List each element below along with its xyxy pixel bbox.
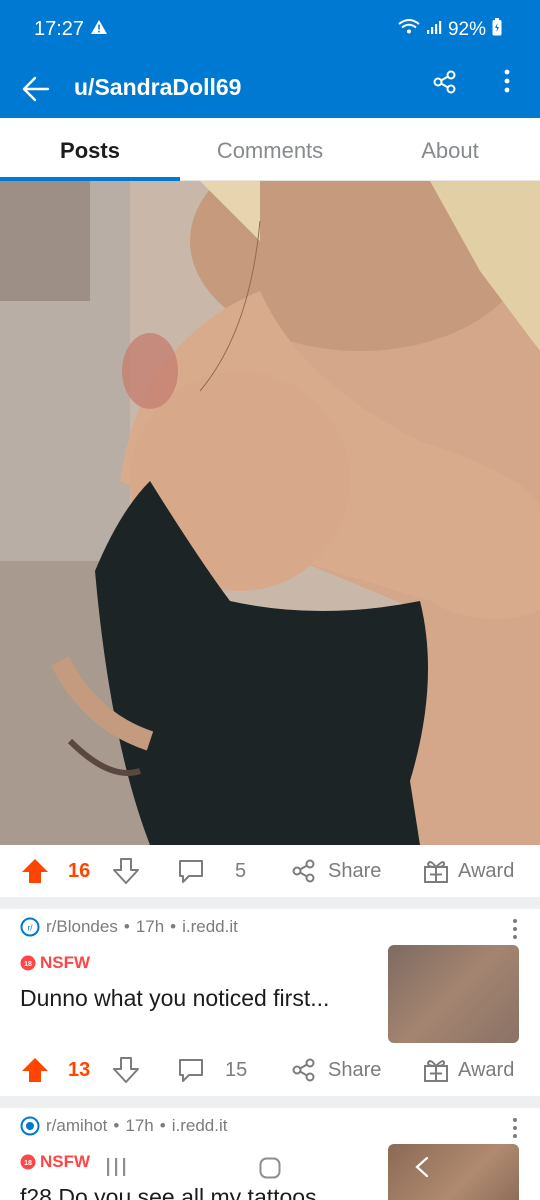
warning-icon xyxy=(90,19,108,40)
post-meta: r/ r/Blondes • 17h • i.redd.it xyxy=(20,917,238,937)
battery-icon xyxy=(492,18,502,42)
battery-level: 92% xyxy=(447,19,486,40)
nsfw-18-icon: 18 xyxy=(20,1154,36,1170)
nsfw-label: NSFW xyxy=(40,953,91,972)
post-thumbnail[interactable] xyxy=(388,1144,519,1200)
upvote-arrow-icon xyxy=(22,1058,48,1082)
post-thumbnail[interactable] xyxy=(388,945,519,1043)
post-title[interactable]: f28 Do you see all my tattoos xyxy=(20,1184,317,1200)
award-label: Award xyxy=(458,1058,515,1081)
post-card[interactable]: r/amihot • 17h • i.redd.it 18 NSFW f28 D… xyxy=(0,1108,540,1200)
back-arrow-icon[interactable] xyxy=(22,76,50,107)
share-button[interactable]: Share xyxy=(290,1044,381,1096)
post-domain: i.redd.it xyxy=(182,917,238,936)
subreddit-icon: r/ xyxy=(20,917,40,937)
svg-text:r/: r/ xyxy=(28,924,34,933)
post-options-icon[interactable] xyxy=(510,1116,520,1145)
post-image[interactable] xyxy=(0,181,540,845)
upvote-button[interactable] xyxy=(20,845,50,897)
comment-count: 5 xyxy=(235,859,247,882)
downvote-arrow-icon xyxy=(113,858,139,884)
subreddit-name[interactable]: r/Blondes xyxy=(46,917,118,937)
share-icon xyxy=(292,1058,315,1082)
award-button[interactable]: Award xyxy=(422,845,514,897)
tab-posts[interactable]: Posts xyxy=(0,118,180,180)
post-divider xyxy=(0,897,540,909)
post-options-icon[interactable] xyxy=(510,917,520,946)
upvote-button[interactable] xyxy=(20,1044,50,1096)
upvote-arrow-icon xyxy=(22,859,48,883)
post-action-bar: 16 5 Share Award xyxy=(0,845,540,897)
profile-username: u/SandraDoll69 xyxy=(74,74,242,100)
post-meta: r/amihot • 17h • i.redd.it xyxy=(20,1116,227,1136)
post-photo xyxy=(0,181,540,845)
downvote-arrow-icon xyxy=(113,1057,139,1083)
downvote-button[interactable] xyxy=(112,1044,140,1096)
award-button[interactable]: Award xyxy=(422,1044,514,1096)
subreddit-icon xyxy=(20,1116,40,1136)
recents-nav-icon[interactable] xyxy=(105,1156,127,1183)
gift-icon xyxy=(424,861,448,883)
post-domain: i.redd.it xyxy=(171,1116,228,1135)
share-icon xyxy=(292,859,315,883)
share-button[interactable]: Share xyxy=(290,845,381,897)
comment-bubble-icon xyxy=(179,1059,203,1082)
post-age: 17h xyxy=(135,917,165,936)
share-icon[interactable] xyxy=(431,68,459,101)
share-label: Share xyxy=(328,859,382,882)
upvote-count: 13 xyxy=(68,1058,91,1081)
status-time: 17:27 xyxy=(34,18,85,40)
post-action-bar: 13 15 Share Award xyxy=(0,1044,540,1096)
post-divider xyxy=(0,1096,540,1108)
status-bar: 17:27 92% xyxy=(0,0,540,60)
tab-about[interactable]: About xyxy=(360,118,540,180)
home-nav-icon[interactable] xyxy=(259,1157,281,1184)
upvote-count: 16 xyxy=(68,859,91,882)
gift-icon xyxy=(424,1060,448,1082)
nsfw-tag: 18 NSFW xyxy=(20,953,90,973)
wifi-icon xyxy=(398,19,420,41)
svg-text:18: 18 xyxy=(24,961,32,968)
more-options-icon[interactable] xyxy=(499,66,515,103)
comments-button[interactable]: 5 xyxy=(177,845,246,897)
signal-icon xyxy=(426,19,442,41)
comments-button[interactable]: 15 xyxy=(177,1044,247,1096)
downvote-button[interactable] xyxy=(112,845,140,897)
tab-comments[interactable]: Comments xyxy=(180,118,360,180)
comment-bubble-icon xyxy=(179,860,203,883)
app-bar: u/SandraDoll69 xyxy=(0,60,540,118)
nsfw-tag: 18 NSFW xyxy=(20,1152,90,1172)
back-nav-icon[interactable] xyxy=(413,1156,431,1183)
profile-tabs: Posts Comments About xyxy=(0,118,540,181)
nsfw-label: NSFW xyxy=(40,1152,91,1171)
post-title[interactable]: Dunno what you noticed first... xyxy=(20,985,329,1012)
post-age: 17h xyxy=(125,1116,154,1135)
share-label: Share xyxy=(328,1058,382,1081)
comment-count: 15 xyxy=(225,1058,248,1081)
nsfw-18-icon: 18 xyxy=(20,955,36,971)
subreddit-name[interactable]: r/amihot xyxy=(46,1116,107,1136)
award-label: Award xyxy=(458,859,515,882)
svg-text:18: 18 xyxy=(24,1160,32,1167)
